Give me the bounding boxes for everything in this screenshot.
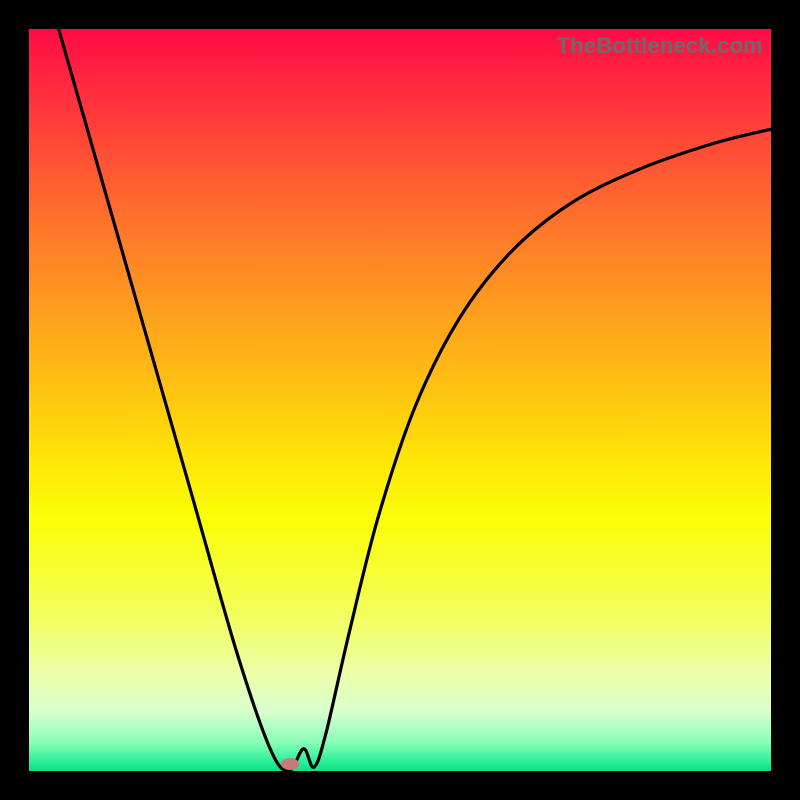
watermark-text: TheBottleneck.com — [557, 33, 763, 59]
bottleneck-curve — [29, 29, 771, 771]
chart-frame: TheBottleneck.com — [0, 0, 800, 800]
plot-area: TheBottleneck.com — [29, 29, 771, 771]
curve-path — [59, 29, 771, 771]
optimum-marker — [281, 758, 299, 770]
